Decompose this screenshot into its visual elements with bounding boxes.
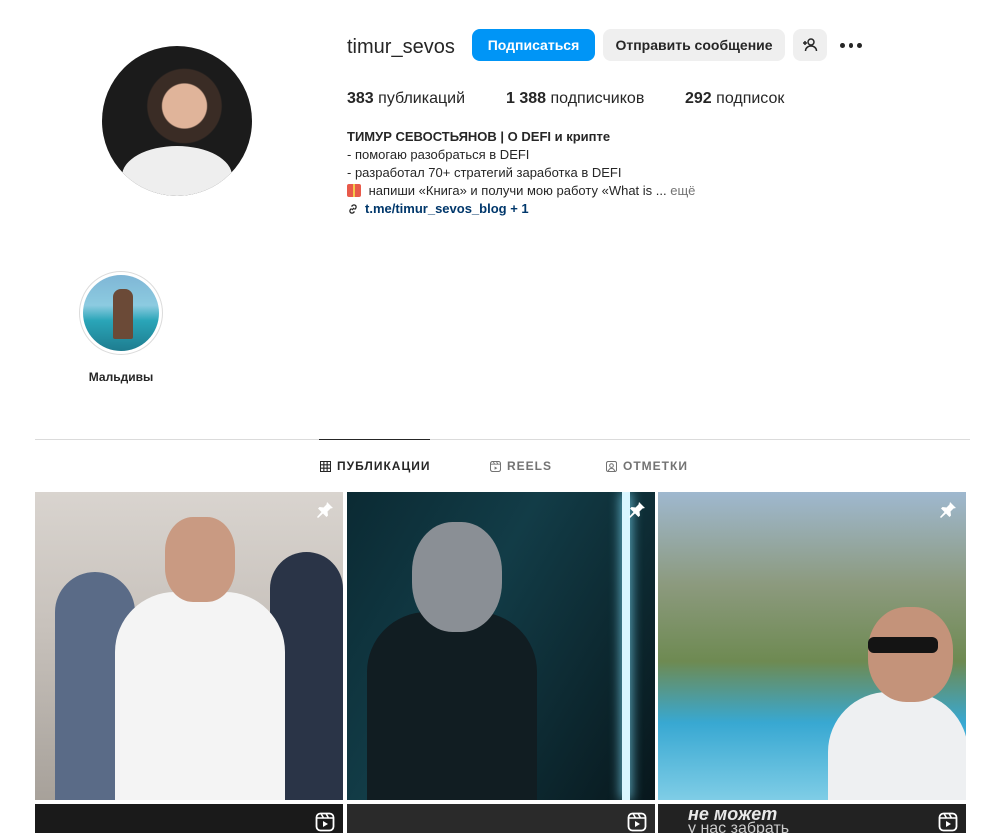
- pin-icon: [629, 502, 645, 518]
- pin-icon: [317, 502, 333, 518]
- posts-count: 383: [347, 90, 374, 107]
- avatar-shirt: [122, 146, 232, 196]
- tab-label: ОТМЕТКИ: [623, 459, 688, 473]
- photo-shape: [622, 492, 630, 800]
- bio-more-link[interactable]: ещё: [670, 183, 695, 198]
- followers-label: подписчиков: [550, 90, 645, 107]
- profile-username: timur_sevos: [347, 36, 455, 58]
- reel-icon: [315, 812, 335, 832]
- following-count: 292: [685, 90, 712, 107]
- post-thumbnail[interactable]: [347, 492, 655, 800]
- photo-shape: [868, 607, 953, 702]
- post-thumbnail[interactable]: [35, 492, 343, 800]
- tab-label: ПУБЛИКАЦИИ: [337, 459, 431, 473]
- more-options-button[interactable]: [838, 33, 864, 57]
- post-thumbnail[interactable]: не может у нас забрать: [658, 804, 966, 833]
- photo-shape: [868, 637, 938, 653]
- reel-icon: [627, 812, 647, 832]
- tab-label: REELS: [507, 459, 553, 473]
- post-thumbnail[interactable]: [35, 804, 343, 833]
- stat-posts: 383 публикаций: [347, 90, 465, 108]
- dot: [848, 42, 854, 48]
- photo-shape: [367, 612, 537, 800]
- link-icon: [349, 204, 357, 214]
- dot: [857, 42, 863, 48]
- bio-line-gift: напиши «Книга» и получи мою работу «What…: [347, 182, 767, 200]
- posts-label: публикаций: [378, 90, 466, 107]
- bio-line: - разработал 70+ стратегий заработка в D…: [347, 165, 622, 180]
- bio-line: напиши «Книга» и получи мою работу «What…: [368, 183, 667, 198]
- following-label: подписок: [716, 90, 785, 107]
- tab-posts[interactable]: ПУБЛИКАЦИИ: [320, 459, 430, 473]
- add-person-icon: [803, 38, 818, 52]
- highlight-label: Мальдивы: [88, 370, 154, 384]
- suggested-accounts-button[interactable]: [793, 29, 827, 61]
- send-message-button[interactable]: Отправить сообщение: [603, 29, 785, 61]
- photo-shape: [165, 517, 235, 602]
- active-tab-indicator: [319, 439, 430, 440]
- pin-icon: [940, 502, 956, 518]
- bio-line: - помогаю разобраться в DEFI: [347, 147, 530, 162]
- follow-button[interactable]: Подписаться: [472, 29, 595, 61]
- bio-link-text: t.me/timur_sevos_blog + 1: [365, 201, 529, 216]
- bio-external-link[interactable]: t.me/timur_sevos_blog + 1: [347, 200, 767, 218]
- dot: [840, 42, 845, 48]
- tab-reels[interactable]: REELS: [490, 459, 552, 473]
- reels-icon: [490, 460, 501, 472]
- tab-tagged[interactable]: ОТМЕТКИ: [606, 459, 688, 473]
- post-thumbnail[interactable]: [658, 492, 966, 800]
- post-thumbnail[interactable]: [347, 804, 655, 833]
- grid-icon: [320, 460, 331, 472]
- post-overlay-text: у нас забрать: [688, 820, 790, 833]
- reel-icon: [938, 812, 958, 832]
- gift-icon: [347, 184, 361, 197]
- photo-shape: [828, 692, 966, 800]
- highlight-cover: [83, 275, 159, 351]
- followers-count: 1 388: [506, 90, 547, 107]
- photo-shape: [412, 522, 502, 632]
- profile-bio: ТИМУР СЕВОСТЬЯНОВ | О DEFI и крипте - по…: [347, 128, 767, 218]
- stat-following[interactable]: 292 подписок: [685, 90, 784, 108]
- tagged-icon: [606, 460, 617, 472]
- bio-name: ТИМУР СЕВОСТЬЯНОВ | О DEFI и крипте: [347, 129, 611, 144]
- tabs-divider: [35, 439, 970, 440]
- story-highlight[interactable]: [79, 271, 163, 355]
- profile-avatar[interactable]: [102, 46, 252, 196]
- photo-shape: [115, 592, 285, 800]
- stat-followers[interactable]: 1 388 подписчиков: [506, 90, 644, 108]
